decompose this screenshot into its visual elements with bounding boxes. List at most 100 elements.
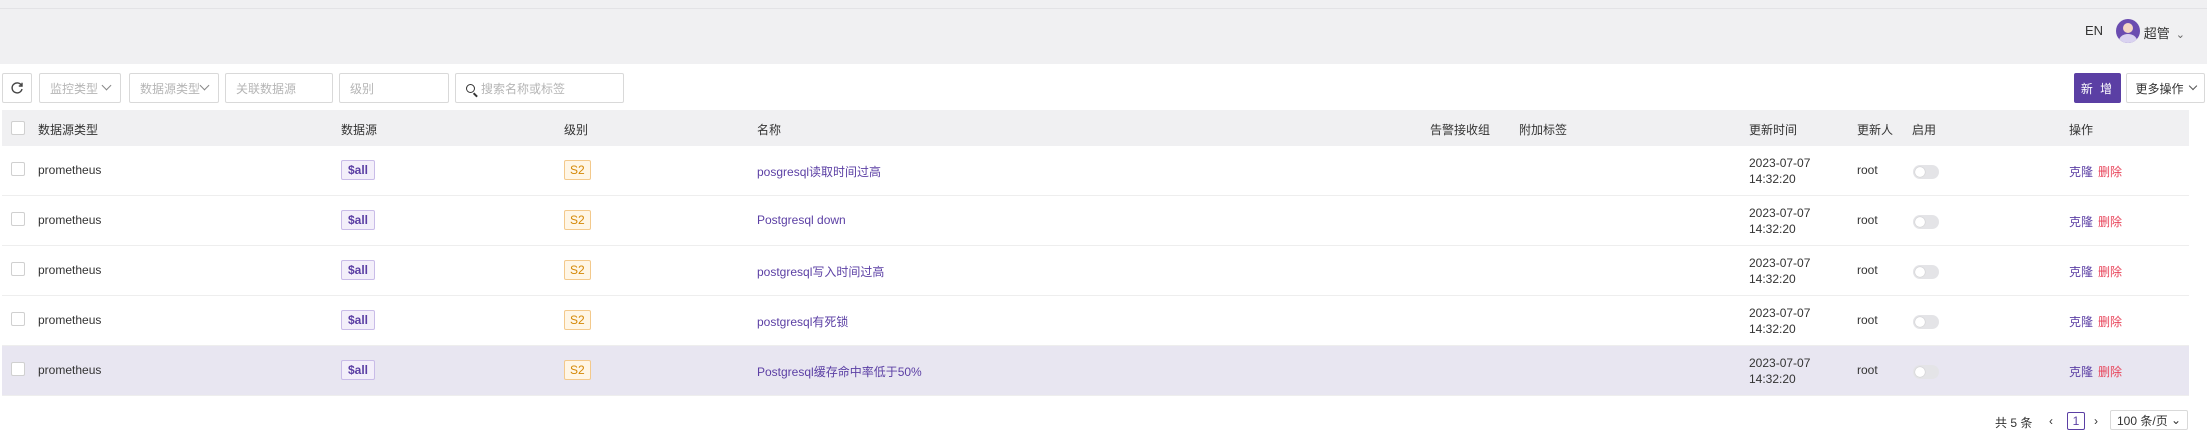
toolbar: 监控类型 数据源类型 关联数据源 级别 搜索名称或标签 新 增 更多操作	[2, 73, 2205, 103]
more-actions-label: 更多操作	[2135, 81, 2184, 96]
datasource-type-cell: prometheus	[38, 363, 102, 377]
enable-toggle[interactable]	[1913, 315, 1939, 329]
page-1-button[interactable]: 1	[2067, 412, 2085, 430]
updated-time: 14:32:20	[1749, 272, 1796, 286]
updated-by-cell: root	[1857, 363, 1878, 377]
updated-at-cell: 2023-07-07 14:32:20	[1749, 355, 1810, 387]
table-row: prometheus $all S2 Postgresql缓存命中率低于50% …	[2, 346, 2189, 396]
updated-time: 14:32:20	[1749, 372, 1796, 386]
refresh-button[interactable]	[2, 73, 32, 103]
updated-at-cell: 2023-07-07 14:32:20	[1749, 155, 1810, 187]
updated-by-cell: root	[1857, 263, 1878, 277]
row-checkbox[interactable]	[11, 362, 25, 376]
monitor-type-select[interactable]: 监控类型	[39, 73, 121, 103]
refresh-icon	[11, 82, 23, 94]
monitor-type-placeholder: 监控类型	[50, 81, 99, 96]
clone-link[interactable]: 克隆	[2069, 163, 2093, 180]
delete-link[interactable]: 删除	[2098, 263, 2122, 280]
updated-date: 2023-07-07	[1749, 206, 1811, 220]
datasource-tag: $all	[341, 210, 376, 230]
updated-time: 14:32:20	[1749, 172, 1796, 186]
avatar[interactable]	[2116, 19, 2140, 43]
table-header: 数据源类型 数据源 级别 名称 告警接收组 附加标签 更新时间 更新人 启用 操…	[2, 110, 2189, 146]
datasource-tag: $all	[341, 160, 376, 180]
row-checkbox[interactable]	[11, 162, 25, 176]
updated-at-cell: 2023-07-07 14:32:20	[1749, 255, 1810, 287]
delete-link[interactable]: 删除	[2098, 213, 2122, 230]
datasource-tag: $all	[341, 360, 376, 380]
datasource-type-cell: prometheus	[38, 263, 102, 277]
datasource-tag: $all	[341, 310, 376, 330]
col-updated-by: 更新人	[1857, 123, 1894, 137]
rule-name-link[interactable]: postgresql有死锁	[757, 313, 848, 330]
related-datasource-input[interactable]: 关联数据源	[225, 73, 333, 103]
datasource-tag: $all	[341, 260, 376, 280]
enable-toggle[interactable]	[1913, 165, 1939, 179]
enable-toggle[interactable]	[1913, 265, 1939, 279]
clone-link[interactable]: 克隆	[2069, 363, 2093, 380]
table-row: prometheus $all S2 posgresql读取时间过高 2023-…	[2, 146, 2189, 196]
row-checkbox[interactable]	[11, 212, 25, 226]
enable-toggle[interactable]	[1913, 365, 1939, 379]
level-tag: S2	[564, 210, 591, 230]
page-size-select[interactable]: 100 条/页 ⌄	[2110, 410, 2189, 430]
row-checkbox[interactable]	[11, 312, 25, 326]
rule-name-link[interactable]: posgresql读取时间过高	[757, 163, 881, 180]
table-row: prometheus $all S2 postgresql有死锁 2023-07…	[2, 296, 2189, 346]
delete-link[interactable]: 删除	[2098, 163, 2122, 180]
updated-date: 2023-07-07	[1749, 356, 1811, 370]
row-checkbox[interactable]	[11, 262, 25, 276]
updated-at-cell: 2023-07-07 14:32:20	[1749, 305, 1810, 337]
clone-link[interactable]: 克隆	[2069, 313, 2093, 330]
search-icon	[466, 83, 475, 93]
datasource-type-cell: prometheus	[38, 213, 102, 227]
datasource-type-cell: prometheus	[38, 163, 102, 177]
page-size-label: 100 条/页	[2117, 413, 2168, 428]
language-switch[interactable]: EN	[2085, 23, 2103, 38]
table-row: prometheus $all S2 postgresql写入时间过高 2023…	[2, 246, 2189, 296]
clone-link[interactable]: 克隆	[2069, 263, 2093, 280]
updated-by-cell: root	[1857, 163, 1878, 177]
updated-time: 14:32:20	[1749, 322, 1796, 336]
rule-name-link[interactable]: postgresql写入时间过高	[757, 263, 884, 280]
level-tag: S2	[564, 360, 591, 380]
updated-date: 2023-07-07	[1749, 156, 1811, 170]
datasource-type-select[interactable]: 数据源类型	[129, 73, 219, 103]
updated-by-cell: root	[1857, 313, 1878, 327]
level-tag: S2	[564, 260, 591, 280]
delete-link[interactable]: 删除	[2098, 363, 2122, 380]
user-name: 超管	[2143, 26, 2170, 41]
level-tag: S2	[564, 160, 591, 180]
chevron-down-icon: ⌄	[2171, 413, 2182, 427]
enable-toggle[interactable]	[1913, 215, 1939, 229]
search-placeholder: 搜索名称或标签	[481, 81, 566, 96]
prev-page-icon[interactable]: ‹	[2049, 414, 2053, 428]
chevron-down-icon	[2188, 81, 2197, 91]
rule-name-link[interactable]: Postgresql缓存命中率低于50%	[757, 363, 922, 380]
rules-table: 数据源类型 数据源 级别 名称 告警接收组 附加标签 更新时间 更新人 启用 操…	[2, 110, 2189, 396]
more-actions-button[interactable]: 更多操作	[2126, 73, 2205, 103]
clone-link[interactable]: 克隆	[2069, 213, 2093, 230]
main-panel: 监控类型 数据源类型 关联数据源 级别 搜索名称或标签 新 增 更多操作 数据源…	[0, 64, 2207, 430]
chevron-down-icon	[199, 80, 210, 91]
delete-link[interactable]: 删除	[2098, 313, 2122, 330]
level-input[interactable]: 级别	[339, 73, 449, 103]
updated-time: 14:32:20	[1749, 222, 1796, 236]
user-menu[interactable]: 超管 ⌄	[2144, 23, 2185, 42]
total-count: 共 5 条	[1995, 416, 2033, 430]
col-name: 名称	[757, 123, 782, 137]
col-extra-tags: 附加标签	[1519, 123, 1568, 137]
rule-name-link[interactable]: Postgresql down	[757, 213, 846, 227]
related-datasource-placeholder: 关联数据源	[236, 81, 297, 96]
col-actions: 操作	[2069, 123, 2094, 137]
datasource-type-cell: prometheus	[38, 313, 102, 327]
next-page-icon[interactable]: ›	[2094, 414, 2098, 428]
search-input[interactable]: 搜索名称或标签	[455, 73, 624, 103]
select-all-checkbox[interactable]	[11, 121, 25, 135]
col-datasource-type: 数据源类型	[38, 123, 99, 137]
updated-date: 2023-07-07	[1749, 306, 1811, 320]
col-enabled: 启用	[1912, 123, 1937, 137]
add-button[interactable]: 新 增	[2074, 73, 2121, 103]
col-updated-at: 更新时间	[1749, 123, 1798, 137]
level-tag: S2	[564, 310, 591, 330]
